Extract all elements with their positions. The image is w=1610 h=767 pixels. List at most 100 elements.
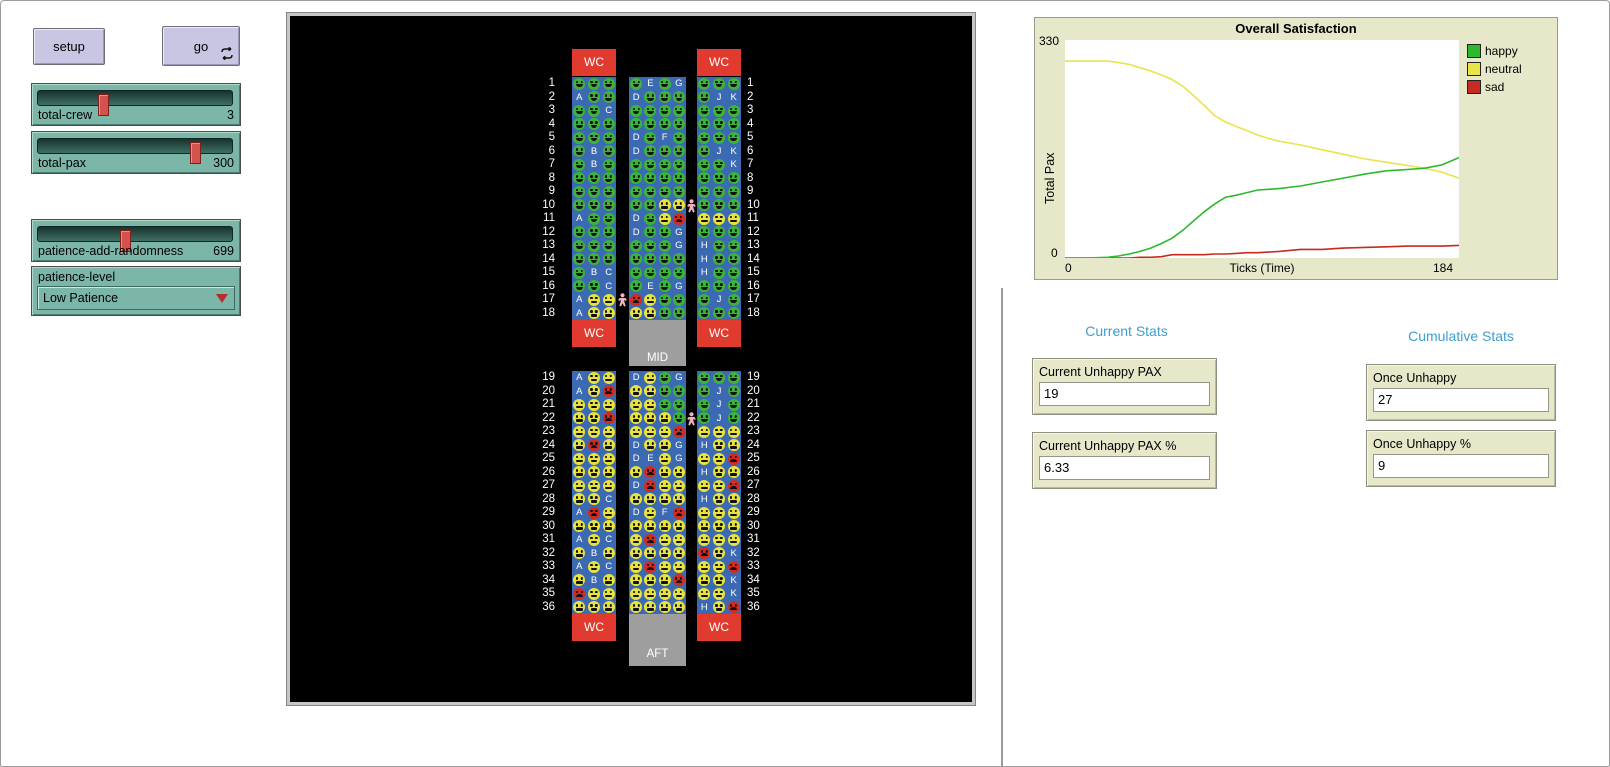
empty-seat: K [726, 574, 741, 588]
passenger-face [726, 371, 741, 385]
passenger-face [643, 158, 657, 172]
happy-face-icon [728, 253, 740, 265]
happy-face-icon [713, 78, 725, 90]
sad-face-icon [644, 534, 656, 546]
setup-button[interactable]: setup [33, 28, 105, 65]
happy-face-icon [573, 172, 585, 184]
passenger-face [658, 172, 672, 186]
slider-groove[interactable] [37, 226, 233, 242]
empty-seat: G [672, 439, 686, 453]
passenger-face [601, 466, 616, 480]
slider-groove[interactable] [37, 90, 233, 106]
passenger-face [587, 560, 602, 574]
crew-member-icon [686, 412, 697, 426]
passenger-face [658, 398, 672, 412]
row-number: 7 [747, 158, 777, 172]
passenger-face [712, 131, 727, 145]
passenger-face [572, 587, 587, 601]
empty-seat: C [601, 280, 616, 294]
passenger-face [643, 412, 657, 426]
happy-face-icon [630, 267, 642, 279]
neutral-face-icon [673, 480, 685, 492]
passenger-face [697, 185, 712, 199]
passenger-face [697, 371, 712, 385]
happy-face-icon [659, 399, 671, 411]
happy-face-icon [713, 226, 725, 238]
slider-total-crew[interactable]: total-crew 3 [31, 83, 241, 126]
passenger-face [726, 212, 741, 226]
neutral-face-icon [728, 213, 740, 225]
slider-patience-add-randomness[interactable]: patience-add-randomness 699 [31, 219, 241, 262]
neutral-face-icon [588, 453, 600, 465]
passenger-face [712, 266, 727, 280]
happy-face-icon [630, 118, 642, 130]
neutral-face-icon [673, 493, 685, 505]
passenger-face [629, 425, 643, 439]
plot-area [1065, 40, 1459, 258]
passenger-face [629, 239, 643, 253]
plot-line-neutral [1065, 61, 1459, 178]
wc-block: WC [572, 49, 616, 76]
happy-face-icon [728, 240, 740, 252]
plot-line-happy [1065, 158, 1459, 258]
slider-total-pax[interactable]: total-pax 300 [31, 131, 241, 174]
mid-galley-label: MID [629, 352, 686, 364]
passenger-face [726, 199, 741, 213]
empty-seat: B [587, 158, 602, 172]
passenger-face [601, 479, 616, 493]
happy-face-icon [698, 105, 710, 117]
happy-face-icon [659, 294, 671, 306]
seat-letter: H [701, 254, 708, 265]
passenger-face [643, 239, 657, 253]
row-number: 2 [525, 91, 555, 105]
neutral-face-icon [630, 574, 642, 586]
monitor-once-unhappy: Once Unhappy 27 [1366, 364, 1556, 421]
seat-letter: D [633, 92, 640, 103]
passenger-face [643, 91, 657, 105]
neutral-face-icon [644, 601, 656, 613]
neutral-face-icon [673, 588, 685, 600]
passenger-face [658, 601, 672, 615]
row-number: 21 [525, 398, 555, 412]
happy-face-icon [659, 118, 671, 130]
passenger-face [697, 212, 712, 226]
happy-face-icon [603, 226, 615, 238]
passenger-face [572, 479, 587, 493]
passenger-face [712, 226, 727, 240]
neutral-face-icon [644, 547, 656, 559]
neutral-face-icon [630, 307, 642, 319]
happy-face-icon [630, 240, 642, 252]
row-number: 17 [525, 293, 555, 307]
neutral-face-icon [644, 372, 656, 384]
empty-seat: J [712, 398, 727, 412]
passenger-face [712, 533, 727, 547]
happy-face-icon [588, 213, 600, 225]
row-number: 13 [525, 239, 555, 253]
seat-letter: J [717, 294, 722, 305]
sad-face-icon [673, 574, 685, 586]
empty-seat: B [587, 547, 602, 561]
passenger-face [672, 520, 686, 534]
neutral-face-icon [713, 561, 725, 573]
row-number: 3 [525, 104, 555, 118]
passenger-face [726, 466, 741, 480]
neutral-face-icon [713, 213, 725, 225]
happy-face-icon [713, 172, 725, 184]
go-button[interactable]: go [162, 26, 240, 66]
x-axis-label: Ticks (Time) [1065, 261, 1459, 275]
passenger-face [712, 253, 727, 267]
happy-face-icon [644, 213, 656, 225]
happy-face-icon [673, 307, 685, 319]
passenger-face [572, 493, 587, 507]
slider-groove[interactable] [37, 138, 233, 154]
empty-seat: K [726, 587, 741, 601]
patience-level-dropdown[interactable]: Low Patience [37, 286, 235, 310]
passenger-face [587, 239, 602, 253]
neutral-face-icon [659, 213, 671, 225]
row-number: 10 [747, 199, 777, 213]
neutral-face-icon [588, 372, 600, 384]
happy-face-icon [713, 105, 725, 117]
passenger-face [601, 158, 616, 172]
row-number: 4 [525, 118, 555, 132]
passenger-face [697, 91, 712, 105]
